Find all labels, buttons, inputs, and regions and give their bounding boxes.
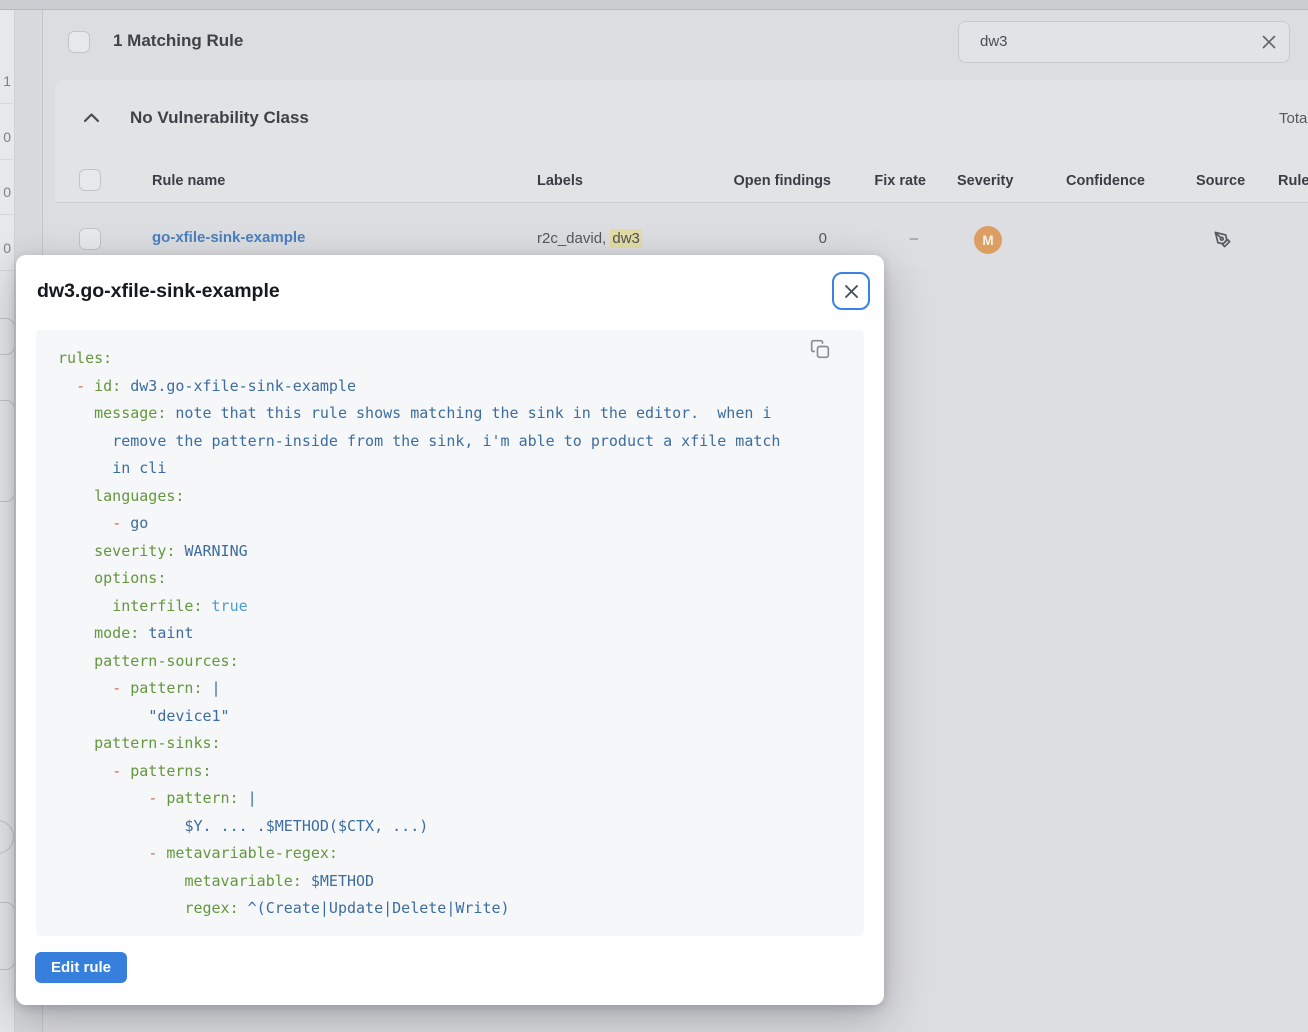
column-header-open-findings[interactable]: Open findings	[734, 173, 831, 189]
clipped-left-panel: 1000	[0, 10, 15, 1032]
collapse-group-chevron-icon[interactable]	[83, 111, 100, 125]
column-header-source[interactable]: Source	[1196, 173, 1245, 189]
select-group-checkbox[interactable]	[79, 169, 101, 191]
column-header-severity[interactable]: Severity	[957, 173, 1013, 189]
select-row-checkbox[interactable]	[79, 228, 101, 250]
column-header-fix-rate[interactable]: Fix rate	[874, 173, 926, 189]
matching-rule-count: 1 Matching Rule	[113, 31, 243, 51]
search-input-value: dw3	[980, 33, 1008, 50]
close-icon	[843, 283, 860, 300]
pen-source-icon	[1214, 231, 1231, 248]
modal-title: dw3.go-xfile-sink-example	[37, 280, 280, 303]
rule-yaml-code-block[interactable]: rules: - id: dw3.go-xfile-sink-example m…	[36, 330, 864, 936]
rules-page: 1000 1 Matching Rule dw3 No Vulnerabilit…	[0, 0, 1308, 1032]
column-header-rule[interactable]: Rule	[1278, 173, 1308, 189]
label-highlight: dw3	[610, 229, 642, 248]
select-all-checkbox[interactable]	[68, 31, 90, 53]
clipped-sidebar-control	[0, 318, 15, 355]
total-label: Total	[1279, 110, 1308, 130]
label-prefix: r2c_david,	[537, 230, 610, 247]
edit-rule-button[interactable]: Edit rule	[35, 952, 127, 983]
clipped-sidebar-control	[0, 400, 15, 502]
column-header-labels[interactable]: Labels	[537, 173, 583, 189]
severity-badge: M	[974, 226, 1002, 254]
rule-search-input[interactable]	[958, 21, 1290, 63]
column-header-confidence[interactable]: Confidence	[1066, 173, 1145, 189]
rule-name-link[interactable]: go-xfile-sink-example	[152, 229, 305, 246]
clipped-sidebar-control	[0, 902, 15, 970]
fix-rate-value: –	[910, 230, 918, 247]
code-block-lines: rules: - id: dw3.go-xfile-sink-example m…	[58, 345, 842, 923]
open-findings-value: 0	[819, 230, 827, 247]
clear-search-icon[interactable]	[1261, 34, 1277, 50]
rule-detail-modal: dw3.go-xfile-sink-example rules: - id: d…	[16, 255, 884, 1005]
top-window-strip	[0, 0, 1308, 10]
group-title: No Vulnerability Class	[130, 108, 309, 128]
copy-code-icon[interactable]	[810, 339, 830, 359]
labels-cell: r2c_david, dw3	[537, 230, 642, 247]
clipped-sidebar-control	[0, 820, 14, 854]
column-header-rule-name[interactable]: Rule name	[152, 173, 225, 189]
close-button[interactable]	[832, 272, 870, 310]
